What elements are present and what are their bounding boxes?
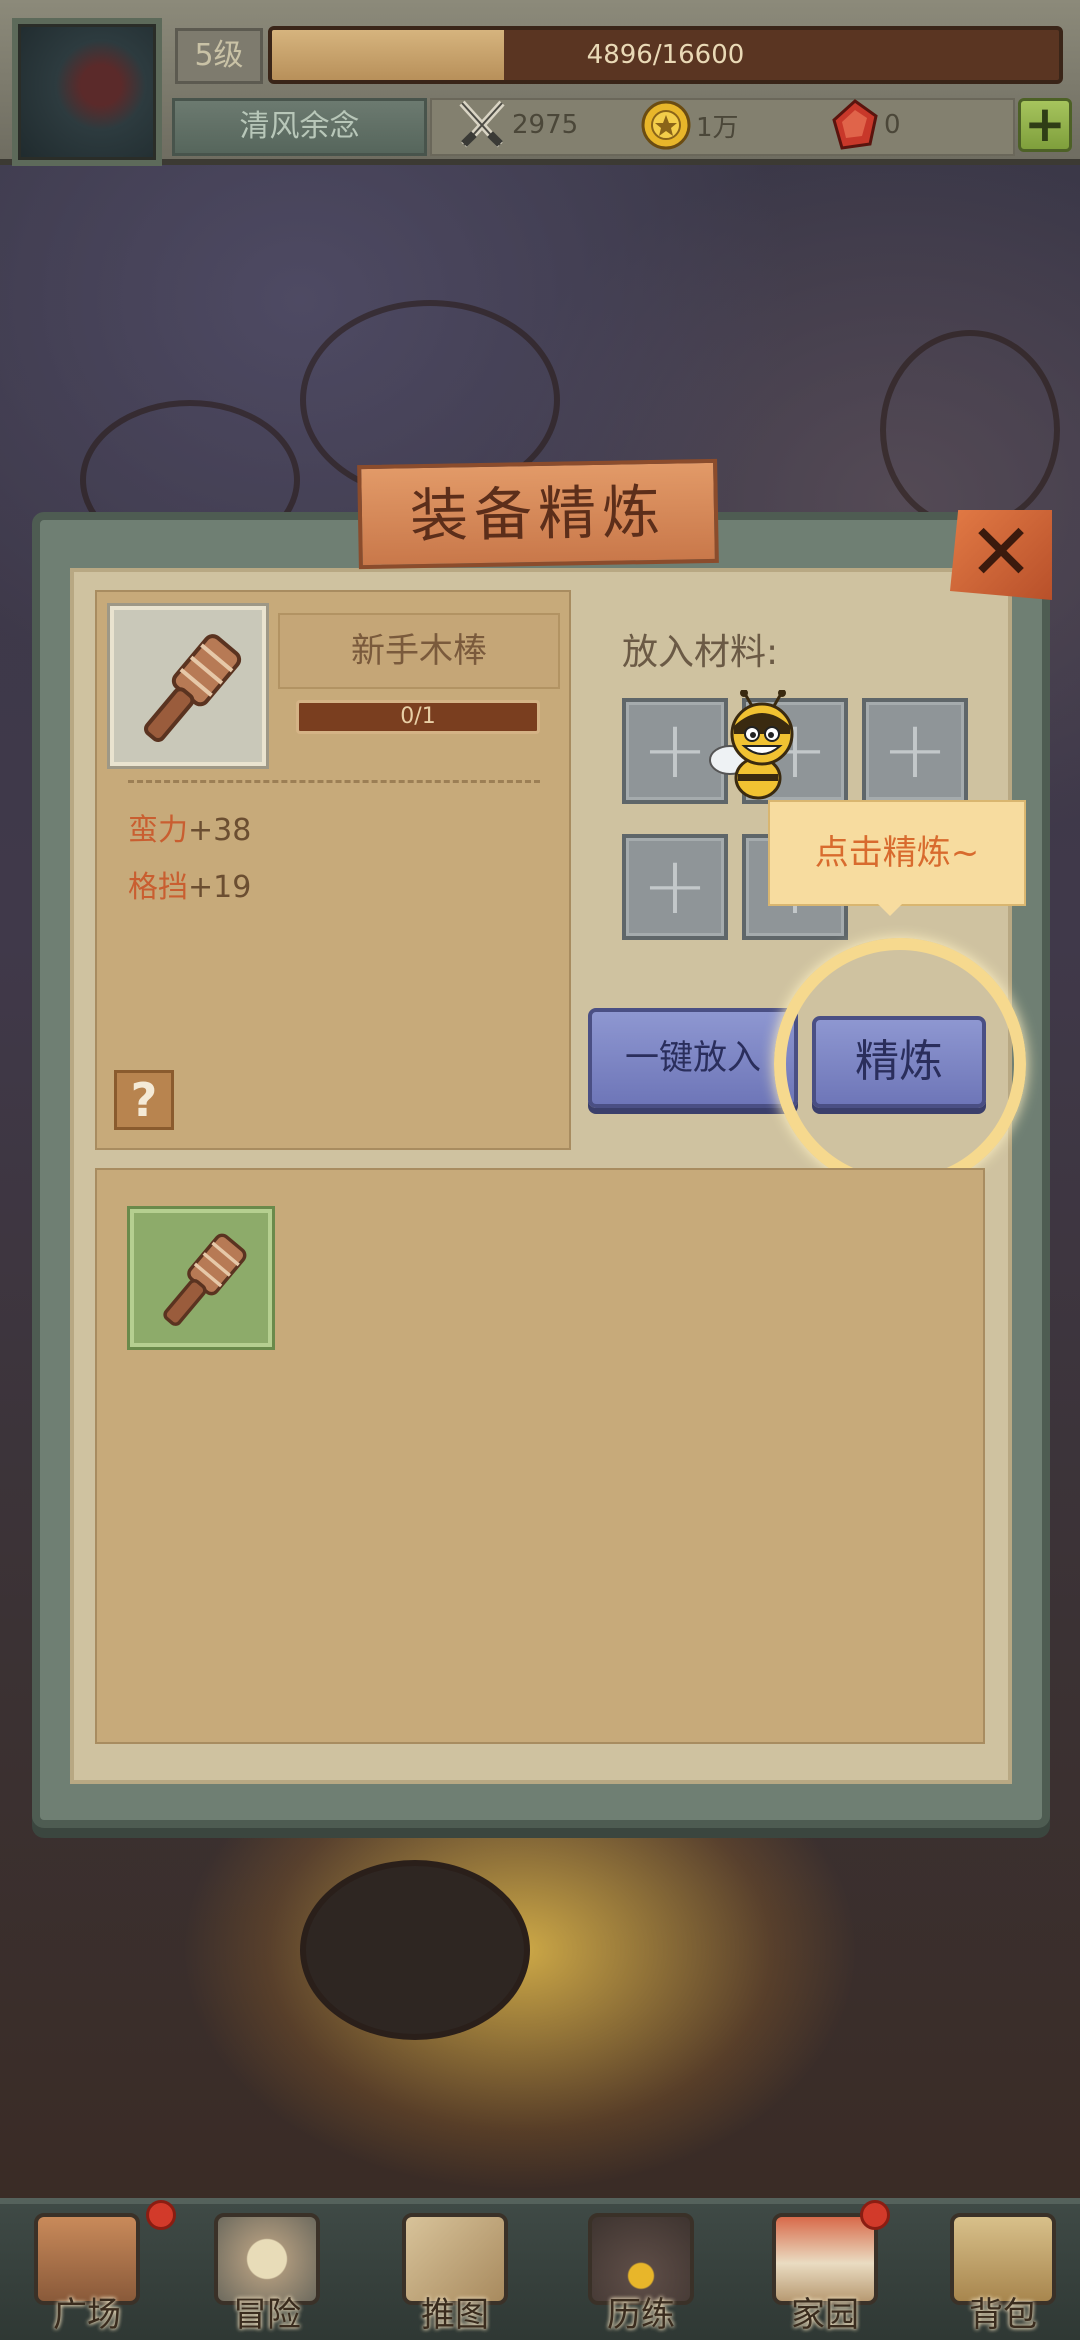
- background-rock: [300, 1860, 530, 2040]
- material-slot[interactable]: +: [862, 698, 968, 804]
- notification-badge: [146, 2200, 176, 2230]
- nav-training[interactable]: 历练: [566, 2195, 716, 2340]
- nav-label: 历练: [607, 2295, 675, 2335]
- material-label: 放入材料:: [622, 632, 779, 673]
- add-currency-button[interactable]: +: [1018, 98, 1072, 152]
- stat-block: 格挡+19: [128, 862, 251, 906]
- stat-label: 蛮力: [128, 813, 188, 848]
- refine-button[interactable]: 精炼: [812, 1016, 986, 1108]
- close-button[interactable]: ✕: [950, 510, 1052, 600]
- crossed-swords-icon: [459, 100, 505, 148]
- nav-label: 家园: [791, 2295, 859, 2335]
- material-slot[interactable]: +: [622, 834, 728, 940]
- player-avatar[interactable]: [12, 18, 162, 166]
- nav-label: 背包: [969, 2295, 1037, 2335]
- exp-text: 4896/16600: [586, 40, 745, 70]
- attack-value: 2975: [512, 110, 579, 140]
- stat-value: +19: [188, 870, 252, 905]
- gold-value: 1万: [696, 112, 739, 143]
- nav-plaza[interactable]: 广场: [12, 2195, 162, 2340]
- nav-label: 广场: [53, 2295, 121, 2335]
- gold-currency: 1万: [640, 95, 739, 155]
- divider: [128, 780, 540, 783]
- attack-power: 2975: [456, 95, 578, 155]
- stat-value: +38: [188, 813, 252, 848]
- plus-icon: +: [881, 703, 949, 796]
- bee-mascot-icon: [709, 690, 794, 800]
- plus-icon: +: [641, 839, 709, 932]
- stat-strength: 蛮力+38: [128, 805, 251, 849]
- red-gem-icon: [832, 99, 878, 150]
- nav-adventure[interactable]: 冒险: [192, 2195, 342, 2340]
- equipment-list-item[interactable]: [130, 1209, 272, 1347]
- gem-value: 0: [884, 110, 901, 140]
- panel-title: 装备精炼: [357, 458, 719, 570]
- player-level: 5级: [175, 28, 263, 84]
- wooden-club-icon: [163, 1233, 247, 1326]
- stat-label: 格挡: [128, 870, 188, 905]
- nav-stage-map[interactable]: 推图: [380, 2195, 530, 2340]
- nav-backpack[interactable]: 背包: [928, 2195, 1078, 2340]
- auto-fill-button[interactable]: 一键放入: [588, 1008, 798, 1108]
- equipment-name: 新手木棒: [278, 613, 560, 689]
- equipment-slot[interactable]: [110, 606, 266, 766]
- nav-label: 冒险: [233, 2295, 301, 2335]
- nav-label: 推图: [421, 2295, 489, 2335]
- refine-progress: 0/1: [296, 700, 540, 734]
- gold-coin-icon: [641, 100, 691, 150]
- wooden-club-icon: [144, 634, 242, 743]
- refine-hint-tooltip: 点击精炼~: [768, 800, 1026, 916]
- help-button[interactable]: ?: [114, 1070, 174, 1130]
- notification-badge: [860, 2200, 890, 2230]
- exp-bar: 4896/16600: [268, 26, 1063, 84]
- background-rock: [880, 330, 1060, 530]
- gem-currency: 0: [830, 95, 901, 155]
- player-name[interactable]: 清风余念: [172, 98, 427, 156]
